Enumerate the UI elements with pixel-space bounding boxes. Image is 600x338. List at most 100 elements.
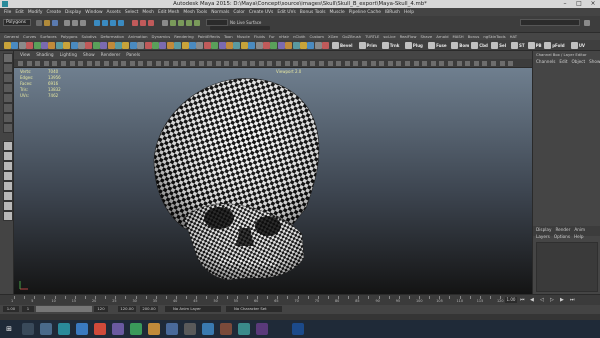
shelf-tool-icon[interactable] — [544, 42, 552, 49]
shelf-label[interactable]: ST — [519, 43, 525, 48]
panel-toolbar-icon[interactable] — [18, 61, 23, 66]
panel-toolbar-icon[interactable] — [319, 61, 324, 66]
shelf-tab-sol-ice[interactable]: sol-ice — [383, 34, 395, 39]
panel-toolbar-icon[interactable] — [293, 61, 299, 66]
shelf-tab-ngskintools[interactable]: ngSkinTools — [483, 34, 505, 39]
shelf-tab-hat[interactable]: HAT — [510, 34, 517, 39]
shelf-tab-general[interactable]: General — [4, 34, 19, 39]
panel-toolbar-icon[interactable] — [181, 61, 187, 66]
shelf-tab-nhair[interactable]: nHair — [279, 34, 289, 39]
shelf-tool-icon[interactable] — [70, 42, 78, 49]
app5-task-icon[interactable] — [220, 323, 232, 335]
menu-display[interactable]: Display — [65, 10, 81, 15]
shelf-tool-icon[interactable] — [26, 42, 34, 49]
maximize-button[interactable]: □ — [572, 0, 586, 8]
panel-menu-view[interactable]: View — [20, 53, 30, 58]
panel-toolbar-icon[interactable] — [508, 61, 514, 66]
shelf-label[interactable]: UV — [579, 43, 585, 48]
panel-toolbar-icon[interactable] — [26, 61, 32, 66]
menu-normals[interactable]: Normals — [211, 10, 229, 15]
play-back-icon[interactable]: ◁ — [540, 297, 544, 303]
step-back-icon[interactable]: ◀ — [530, 297, 534, 303]
spotify-icon[interactable] — [130, 323, 142, 335]
channel-tab-channels[interactable]: Channels — [536, 59, 555, 64]
panel-toolbar-icon[interactable] — [336, 61, 342, 66]
ie-icon[interactable] — [76, 323, 88, 335]
app7-task-icon[interactable] — [256, 323, 268, 335]
panel-menu-show[interactable]: Show — [83, 53, 95, 58]
anim-layer-select[interactable]: No Anim Layer — [165, 306, 221, 312]
menu-create-uvs[interactable]: Create UVs — [249, 10, 274, 15]
shelf-label[interactable]: pFold — [552, 43, 564, 48]
shelf-tool-icon[interactable] — [41, 42, 48, 49]
shelf-tool-icon[interactable] — [115, 42, 122, 49]
play-forward-icon[interactable]: ▷ — [550, 297, 554, 303]
app2-task-icon[interactable] — [166, 323, 178, 335]
app4-task-icon[interactable] — [202, 323, 214, 335]
render-view-icon[interactable] — [170, 20, 176, 26]
shelf-label[interactable]: Prim — [367, 43, 377, 48]
panel-toolbar-icon[interactable] — [499, 61, 505, 66]
range-end-field[interactable]: 120.00 — [118, 306, 136, 312]
snap-point-icon[interactable] — [148, 20, 154, 26]
shelf-tool-icon[interactable] — [107, 42, 115, 49]
windows-start-icon[interactable]: ⊞ — [3, 323, 15, 335]
shelf-label[interactable]: Bevel — [340, 43, 352, 48]
shelf-tool-icon[interactable] — [211, 42, 219, 49]
shelf-tool-icon[interactable] — [255, 42, 263, 49]
app-task-icon[interactable] — [112, 323, 124, 335]
render-frame-icon[interactable] — [178, 20, 184, 26]
shelf-tab-gozbrush[interactable]: GoZBrush — [342, 34, 361, 39]
shelf-tab-mash[interactable]: MASH — [453, 34, 464, 39]
panel-toolbar-icon[interactable] — [241, 61, 247, 66]
ipr-render-icon[interactable] — [186, 20, 192, 26]
shelf-tab-rendering[interactable]: Rendering — [174, 34, 193, 39]
shelf-tool-icon[interactable] — [292, 42, 300, 49]
range-bar[interactable] — [36, 306, 92, 312]
menu-mesh[interactable]: Mesh — [142, 10, 154, 15]
shelf-tool-icon[interactable] — [285, 42, 293, 49]
panel-toolbar-icon[interactable] — [112, 61, 118, 66]
rotate-tool-icon[interactable] — [3, 93, 13, 103]
save-scene-icon[interactable] — [52, 20, 58, 26]
shelf-tool-icon[interactable] — [451, 42, 459, 49]
layout-four-icon[interactable] — [3, 151, 13, 161]
render-settings-icon[interactable] — [194, 20, 200, 26]
shelf-tool-icon[interactable] — [122, 42, 130, 49]
photoshop-icon[interactable] — [292, 323, 304, 335]
panel-toolbar-icon[interactable] — [104, 61, 109, 66]
shelf-tab-turtle[interactable]: TURTLE — [365, 34, 379, 39]
shelf-tab-ncloth[interactable]: nCloth — [293, 34, 305, 39]
panel-toolbar-icon[interactable] — [370, 61, 376, 66]
panel-toolbar-icon[interactable] — [405, 61, 410, 66]
go-end-icon[interactable]: ⏭ — [570, 297, 575, 303]
shelf-tool-icon[interactable] — [404, 42, 412, 49]
panel-toolbar-icon[interactable] — [61, 61, 66, 66]
menu-help[interactable]: Help — [404, 10, 414, 15]
menu-pipeline-cache[interactable]: Pipeline Cache — [349, 10, 381, 15]
layer-menu-help[interactable]: Help — [574, 234, 584, 239]
menu-edit-uvs[interactable]: Edit UVs — [277, 10, 295, 15]
panel-toolbar-icon[interactable] — [379, 61, 385, 66]
lasso-tool-icon[interactable] — [3, 63, 13, 73]
shelf-tab-custom[interactable]: Custom — [309, 34, 324, 39]
menu-file[interactable]: File — [4, 10, 11, 15]
shelf-label[interactable]: Trnk — [390, 43, 400, 48]
panel-toolbar-icon[interactable] — [456, 61, 462, 66]
menu-muscle[interactable]: Muscle — [330, 10, 345, 15]
current-frame-field[interactable]: 1.00 — [505, 297, 517, 303]
layer-tab-display[interactable]: Display — [536, 227, 551, 232]
panel-toolbar-icon[interactable] — [172, 61, 178, 66]
shelf-tool-icon[interactable] — [314, 42, 322, 49]
menu-ibrush[interactable]: IBRush — [385, 10, 400, 15]
panel-toolbar-icon[interactable] — [155, 61, 161, 66]
shelf-tool-icon[interactable] — [300, 42, 307, 49]
shelf-tool-icon[interactable] — [18, 42, 26, 49]
shelf-tab-subdivs[interactable]: Subdivs — [82, 34, 97, 39]
panel-toolbar-icon[interactable] — [491, 61, 496, 66]
layout-custom-icon[interactable] — [3, 211, 13, 221]
panel-toolbar-icon[interactable] — [78, 61, 84, 66]
shelf-tool-icon[interactable] — [174, 42, 182, 49]
panel-toolbar-icon[interactable] — [207, 61, 213, 66]
layout-graph-icon[interactable] — [3, 181, 13, 191]
